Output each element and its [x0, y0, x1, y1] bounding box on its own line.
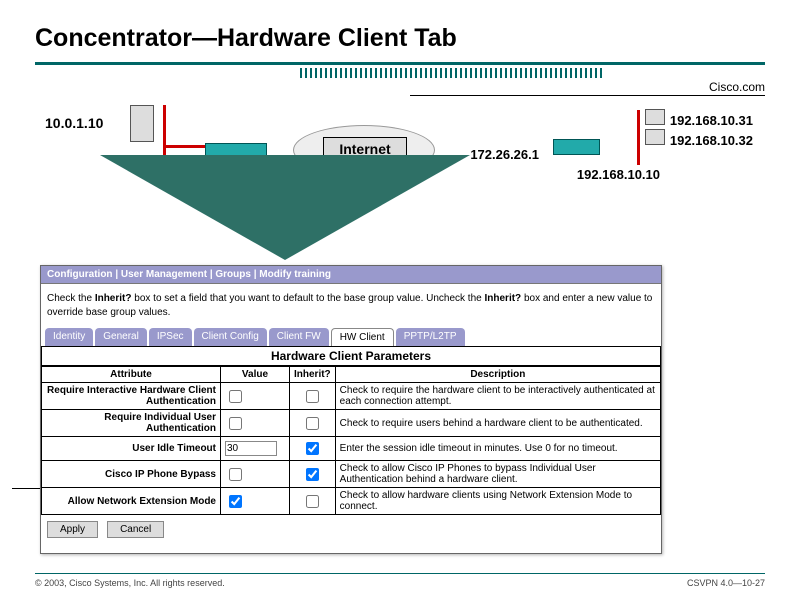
ip-r3: 192.168.10.10: [577, 167, 660, 182]
desc-text: Check to allow hardware clients using Ne…: [335, 488, 660, 515]
tab-client-fw[interactable]: Client FW: [269, 328, 329, 346]
attr-label: Allow Network Extension Mode: [42, 488, 221, 515]
title-underline: [35, 62, 765, 65]
tab-ipsec[interactable]: IPSec: [149, 328, 192, 346]
idle-timeout-input[interactable]: [225, 441, 277, 456]
desc-text: Check to require users behind a hardware…: [335, 410, 660, 437]
concentrator2-icon: [553, 139, 600, 155]
slide: Concentrator—Hardware Client Tab Cisco.c…: [0, 0, 800, 600]
col-inh: Inherit?: [290, 367, 336, 383]
footer-left: © 2003, Cisco Systems, Inc. All rights r…: [35, 578, 225, 588]
config-panel: Configuration | User Management | Groups…: [40, 265, 662, 554]
table-row: Allow Network Extension Mode Check to al…: [42, 488, 661, 515]
tab-identity[interactable]: Identity: [45, 328, 93, 346]
pc-icon: [645, 129, 665, 145]
desc-text: Check to require the hardware client to …: [335, 383, 660, 410]
footer-right: CSVPN 4.0—10-27: [687, 578, 765, 588]
tab-bar: Identity General IPSec Client Config Cli…: [41, 328, 661, 346]
attr-label: Require Individual User Authentication: [42, 410, 221, 437]
table-row: Require Interactive Hardware Client Auth…: [42, 383, 661, 410]
params-title: Hardware Client Parameters: [41, 346, 661, 366]
apply-button[interactable]: Apply: [47, 521, 98, 538]
col-attr: Attribute: [42, 367, 221, 383]
attr-label: Require Interactive Hardware Client Auth…: [42, 383, 221, 410]
table-row: User Idle Timeout Enter the session idle…: [42, 437, 661, 461]
table-row: Cisco IP Phone Bypass Check to allow Cis…: [42, 461, 661, 488]
network-line-icon: [163, 145, 208, 148]
tab-general[interactable]: General: [95, 328, 147, 346]
ip-mid: 172.26.26.1: [470, 147, 539, 162]
desc-text: Enter the session idle timeout in minute…: [335, 437, 660, 461]
tab-hw-client[interactable]: HW Client: [331, 328, 394, 346]
network-extension-checkbox[interactable]: [229, 495, 242, 508]
col-desc: Description: [335, 367, 660, 383]
inherit-checkbox[interactable]: [306, 390, 319, 403]
tab-client-config[interactable]: Client Config: [194, 328, 267, 346]
inherit-checkbox[interactable]: [306, 417, 319, 430]
footer: © 2003, Cisco Systems, Inc. All rights r…: [35, 573, 765, 588]
desc-text: Check to allow Cisco IP Phones to bypass…: [335, 461, 660, 488]
inherit-checkbox[interactable]: [306, 495, 319, 508]
hatch-decor: [300, 68, 605, 78]
col-val: Value: [221, 367, 290, 383]
button-row: Apply Cancel: [41, 515, 661, 544]
ip-r1: 192.168.10.31: [670, 113, 753, 128]
interactive-auth-checkbox[interactable]: [229, 390, 242, 403]
inherit-checkbox[interactable]: [306, 442, 319, 455]
ip-phone-bypass-checkbox[interactable]: [229, 468, 242, 481]
ip-left: 10.0.1.10: [45, 115, 103, 131]
attr-label: Cisco IP Phone Bypass: [42, 461, 221, 488]
brand-line: [410, 95, 765, 96]
attr-label: User Idle Timeout: [42, 437, 221, 461]
cancel-button[interactable]: Cancel: [107, 521, 164, 538]
pc-icon: [645, 109, 665, 125]
table-row: Require Individual User Authentication C…: [42, 410, 661, 437]
cisco-brand: Cisco.com: [709, 80, 765, 94]
callout-wedge: [100, 155, 470, 260]
tab-pptp-l2tp[interactable]: PPTP/L2TP: [396, 328, 465, 346]
inherit-checkbox[interactable]: [306, 468, 319, 481]
page-title: Concentrator—Hardware Client Tab: [35, 24, 457, 53]
network-bar2-icon: [637, 110, 640, 165]
params-table: Attribute Value Inherit? Description Req…: [41, 366, 661, 515]
individual-user-auth-checkbox[interactable]: [229, 417, 242, 430]
table-header-row: Attribute Value Inherit? Description: [42, 367, 661, 383]
breadcrumb: Configuration | User Management | Groups…: [41, 266, 661, 284]
server-icon: [130, 105, 154, 142]
ip-r2: 192.168.10.32: [670, 133, 753, 148]
instructions: Check the Inherit? box to set a field th…: [41, 284, 661, 328]
